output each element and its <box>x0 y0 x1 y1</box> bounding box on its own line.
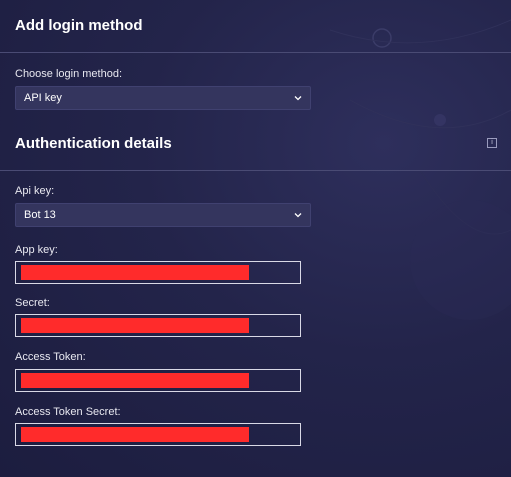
auth-section-title: Authentication details <box>15 135 172 152</box>
chevron-down-icon <box>294 213 302 218</box>
header-divider <box>0 52 511 53</box>
login-method-select[interactable]: API key <box>15 86 311 110</box>
info-icon[interactable]: i <box>487 138 497 148</box>
access-token-secret-label: Access Token Secret: <box>15 406 121 418</box>
redaction-block <box>21 265 249 280</box>
page-title: Add login method <box>15 17 143 34</box>
chevron-down-icon <box>294 96 302 101</box>
access-token-input[interactable] <box>15 369 301 392</box>
access-token-secret-input[interactable] <box>15 423 301 446</box>
redaction-block <box>21 373 249 388</box>
app-key-input[interactable] <box>15 261 301 284</box>
redaction-block <box>21 318 249 333</box>
secret-input[interactable] <box>15 314 301 337</box>
secret-label: Secret: <box>15 297 50 309</box>
auth-divider <box>0 170 511 171</box>
api-key-value: Bot 13 <box>24 209 56 221</box>
login-method-value: API key <box>24 92 62 104</box>
login-method-label: Choose login method: <box>15 68 123 80</box>
app-key-label: App key: <box>15 244 58 256</box>
api-key-label: Api key: <box>15 185 55 197</box>
access-token-label: Access Token: <box>15 351 86 363</box>
redaction-block <box>21 427 249 442</box>
api-key-select[interactable]: Bot 13 <box>15 203 311 227</box>
